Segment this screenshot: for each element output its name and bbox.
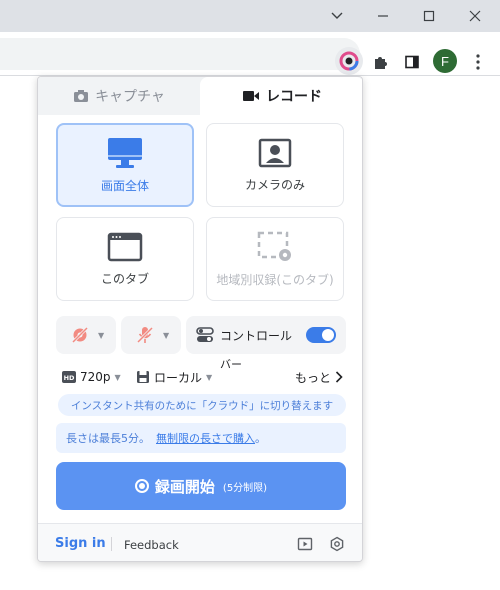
control-bar-toggle[interactable]: コントロール — [186, 316, 346, 354]
start-limit-label: (5分制限) — [222, 482, 268, 494]
window-titlebar — [0, 0, 500, 32]
puzzle-icon[interactable] — [369, 50, 393, 74]
hd-icon: HD — [62, 371, 76, 383]
tab-search-icon[interactable] — [314, 0, 360, 32]
cloud-switch-notice[interactable]: インスタント共有のために「クラウド」に切り替えます — [58, 394, 346, 416]
mode-full-screen[interactable]: 画面全体 — [56, 123, 194, 207]
length-limit-info: 長さは最長5分。 無制限の長さで購入 。 — [56, 423, 346, 453]
popup-tabs: キャプチャ レコード — [38, 77, 362, 115]
control-label: コントロール — [220, 328, 293, 343]
recorder-popup: キャプチャ レコード 画面全体 カメラのみ このタブ 地域別収録(このタブ) ▼… — [37, 76, 363, 562]
extension-button-active[interactable] — [335, 47, 363, 75]
record-icon — [134, 479, 149, 493]
resolution-dropdown[interactable]: HD 720p ▼ — [62, 367, 121, 387]
upgrade-link[interactable]: 無制限の長さで購入 — [156, 430, 255, 446]
storage-dropdown[interactable]: ローカル ▼ — [136, 367, 212, 387]
more-label: もっと — [295, 370, 332, 385]
mode-this-tab-label: このタブ — [100, 271, 149, 286]
camera-icon — [74, 90, 89, 102]
side-panel-icon[interactable] — [400, 50, 424, 74]
resolution-value: 720p — [80, 370, 111, 384]
browser-window-icon — [107, 232, 143, 261]
resolution-caret-icon: ▼ — [114, 372, 121, 382]
chevron-right-icon — [335, 371, 343, 383]
limit-text: 長さは最長5分。 — [66, 432, 150, 445]
recorder-extension-icon — [339, 51, 359, 71]
region-select-icon — [257, 231, 291, 261]
camera-off-icon — [71, 326, 89, 344]
tab-record-label: レコード — [266, 89, 322, 105]
mode-this-tab[interactable]: このタブ — [56, 217, 194, 301]
recordings-library-icon[interactable] — [296, 535, 314, 553]
kebab-menu-icon[interactable] — [466, 50, 490, 74]
camera-caret-icon: ▼ — [98, 330, 105, 340]
settings-icon[interactable] — [328, 535, 346, 553]
footer-divider — [111, 537, 112, 551]
mode-region[interactable]: 地域別収録(このタブ) — [206, 217, 344, 301]
mode-camera-only[interactable]: カメラのみ — [206, 123, 344, 207]
close-icon[interactable] — [452, 0, 498, 32]
toggle-settings-icon — [196, 327, 214, 342]
minimize-icon[interactable] — [360, 0, 406, 32]
browser-toolbar — [0, 32, 500, 76]
address-bar[interactable] — [0, 38, 360, 70]
save-disk-icon — [137, 371, 149, 383]
tab-record[interactable]: レコード — [200, 77, 362, 115]
tab-capture[interactable]: キャプチャ — [38, 77, 200, 115]
more-options-link[interactable]: もっと — [295, 367, 343, 387]
mode-camera-only-label: カメラのみ — [244, 177, 305, 192]
control-bar-switch[interactable] — [306, 327, 336, 343]
popup-footer: Sign in Feedback — [38, 523, 362, 561]
camera-toggle-dropdown[interactable]: ▼ — [56, 316, 116, 354]
microphone-caret-icon: ▼ — [163, 330, 170, 340]
start-label: 録画開始 — [154, 477, 215, 496]
storage-value: ローカル — [154, 370, 203, 385]
svg-text:HD: HD — [64, 374, 75, 382]
profile-avatar[interactable]: F — [433, 49, 457, 73]
video-camera-icon — [243, 91, 259, 101]
mode-region-label: 地域別収録(このタブ) — [216, 272, 334, 287]
limit-suffix: 。 — [255, 432, 266, 445]
microphone-off-icon — [136, 326, 154, 344]
monitor-icon — [108, 137, 142, 168]
control-label-overflow: バー — [220, 358, 242, 371]
feedback-link[interactable]: Feedback — [124, 538, 179, 552]
portrait-icon — [258, 138, 292, 167]
maximize-icon[interactable] — [406, 0, 452, 32]
sign-in-link[interactable]: Sign in — [55, 536, 106, 551]
start-recording-button[interactable]: 録画開始 (5分制限) — [56, 462, 346, 510]
tab-capture-label: キャプチャ — [95, 89, 165, 105]
storage-caret-icon: ▼ — [206, 372, 213, 382]
microphone-toggle-dropdown[interactable]: ▼ — [121, 316, 181, 354]
mode-full-screen-label: 画面全体 — [100, 178, 149, 193]
